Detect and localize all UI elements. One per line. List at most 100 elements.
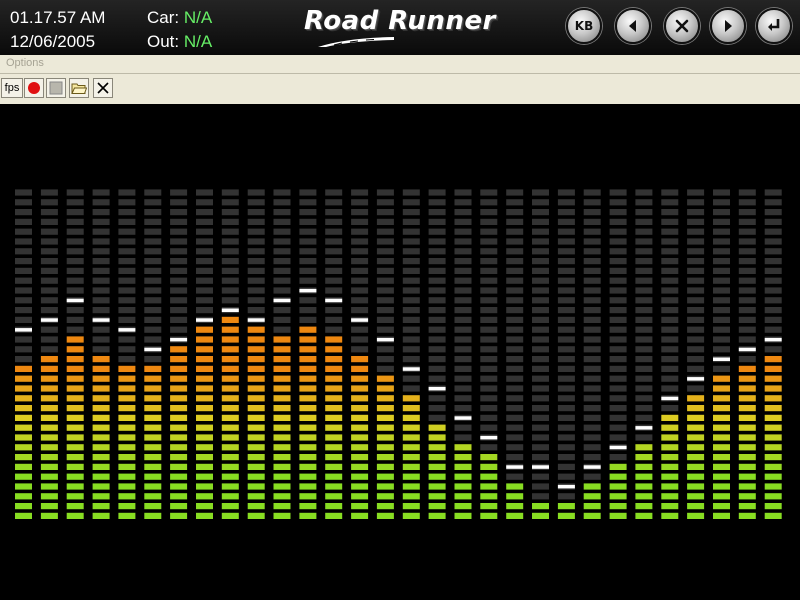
level-segment-lit — [325, 336, 343, 343]
level-segment-unlit — [687, 189, 705, 196]
level-segment-lit — [221, 395, 239, 402]
level-segment-unlit — [402, 199, 420, 206]
level-segment-lit — [299, 326, 317, 333]
level-segment-unlit — [764, 297, 782, 304]
level-segment-unlit — [247, 307, 265, 314]
level-segment-unlit — [428, 365, 446, 372]
close-file-button[interactable] — [93, 78, 113, 98]
level-segment-unlit — [661, 277, 679, 284]
level-segment-unlit — [480, 248, 498, 255]
level-segment-lit — [15, 444, 32, 451]
keyboard-button[interactable]: KB — [566, 8, 602, 44]
level-segment-lit — [221, 503, 239, 510]
level-segment-lit — [92, 503, 110, 510]
level-segment-lit — [273, 473, 291, 480]
clock-date: 12/06/2005 — [10, 32, 96, 51]
level-segment-unlit — [738, 326, 756, 333]
level-segment-lit — [687, 405, 705, 412]
level-segment-unlit — [40, 228, 58, 235]
level-segment-unlit — [583, 316, 601, 323]
level-segment-unlit — [92, 307, 110, 314]
level-segment-lit — [247, 356, 265, 363]
level-segment-unlit — [687, 326, 705, 333]
level-segment-lit — [170, 483, 188, 490]
clock-time: 01.17.57 AM — [10, 8, 106, 27]
level-segment-lit — [170, 405, 188, 412]
level-segment-unlit — [557, 307, 575, 314]
level-segment-lit — [118, 414, 136, 421]
level-segment-lit — [66, 454, 84, 461]
level-segment-lit — [506, 503, 524, 510]
level-segment-lit — [273, 444, 291, 451]
level-segment-unlit — [118, 316, 136, 323]
level-segment-lit — [66, 434, 84, 441]
forward-button[interactable] — [710, 8, 746, 44]
level-segment-unlit — [480, 414, 498, 421]
level-segment-unlit — [480, 316, 498, 323]
level-segment-unlit — [506, 375, 524, 382]
level-segment-unlit — [325, 189, 343, 196]
level-segment-lit — [661, 483, 679, 490]
peak-marker — [687, 377, 705, 381]
level-segment-lit — [376, 463, 394, 470]
level-segment-unlit — [66, 287, 84, 294]
level-segment-unlit — [376, 365, 394, 372]
peak-marker — [609, 445, 627, 450]
level-segment-unlit — [635, 326, 653, 333]
level-segment-lit — [454, 444, 472, 451]
fps-button[interactable]: fps — [1, 78, 23, 98]
level-segment-unlit — [402, 238, 420, 245]
level-segment-unlit — [764, 267, 782, 274]
level-segment-unlit — [40, 277, 58, 284]
close-button[interactable] — [664, 8, 700, 44]
spectrum-visualizer — [0, 104, 800, 600]
level-segment-unlit — [557, 463, 575, 470]
level-segment-unlit — [480, 385, 498, 392]
level-segment-lit — [376, 512, 394, 519]
level-segment-unlit — [480, 199, 498, 206]
open-folder-button[interactable] — [69, 78, 89, 98]
stop-button[interactable] — [46, 78, 66, 98]
level-segment-lit — [764, 444, 782, 451]
level-segment-unlit — [299, 267, 317, 274]
level-segment-lit — [687, 463, 705, 470]
level-segment-lit — [221, 414, 239, 421]
level-segment-lit — [325, 365, 343, 372]
level-segment-lit — [196, 405, 213, 412]
peak-marker — [713, 357, 730, 361]
level-segment-unlit — [325, 326, 343, 333]
level-segment-lit — [221, 483, 239, 490]
record-button[interactable] — [24, 78, 44, 98]
level-segment-unlit — [170, 199, 188, 206]
level-segment-lit — [40, 365, 58, 372]
level-segment-unlit — [325, 199, 343, 206]
level-segment-lit — [15, 463, 32, 470]
level-segment-unlit — [325, 287, 343, 294]
level-segment-lit — [299, 503, 317, 510]
level-segment-lit — [299, 454, 317, 461]
level-segment-lit — [376, 454, 394, 461]
level-segment-lit — [428, 424, 446, 431]
level-segment-unlit — [325, 307, 343, 314]
level-segment-lit — [299, 483, 317, 490]
equalizer-band — [454, 189, 472, 519]
level-segment-unlit — [351, 228, 369, 235]
level-segment-unlit — [583, 209, 601, 216]
equalizer-band — [299, 189, 317, 519]
level-segment-lit — [635, 454, 653, 461]
level-segment-unlit — [738, 356, 756, 363]
level-segment-unlit — [118, 199, 136, 206]
back-button[interactable] — [615, 8, 651, 44]
level-segment-lit — [144, 385, 162, 392]
level-segment-unlit — [15, 267, 32, 274]
level-segment-lit — [583, 512, 601, 519]
return-button[interactable] — [756, 8, 792, 44]
level-segment-unlit — [557, 493, 575, 500]
level-segment-unlit — [221, 189, 239, 196]
level-segment-unlit — [221, 287, 239, 294]
level-segment-lit — [325, 346, 343, 353]
menu-options[interactable]: Options — [6, 57, 44, 69]
level-segment-unlit — [635, 248, 653, 255]
level-segment-unlit — [661, 228, 679, 235]
title-bar: 01.17.57 AM 12/06/2005 Car: N/A Out: N/A… — [0, 0, 800, 55]
